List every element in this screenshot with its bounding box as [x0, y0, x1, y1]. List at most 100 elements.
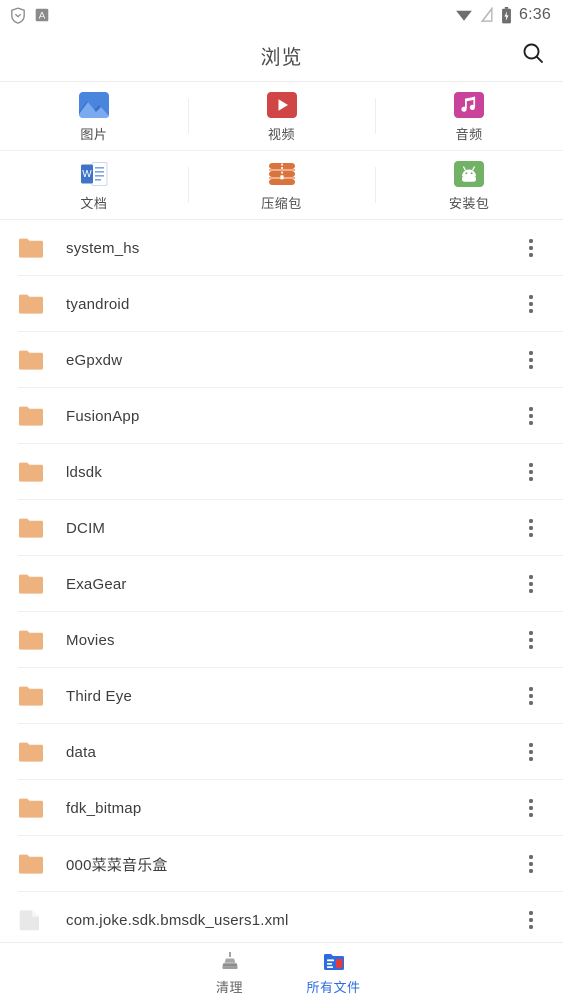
status-bar: A 6:36 — [0, 0, 563, 30]
folder-icon — [18, 572, 44, 596]
file-row[interactable]: ldsdk — [0, 444, 563, 500]
file-row[interactable]: com.joke.sdk.bmsdk_users1.xml — [0, 892, 563, 942]
row-overflow-menu-button[interactable] — [513, 562, 549, 606]
dot — [529, 295, 533, 299]
page-title: 浏览 — [260, 47, 303, 69]
dot — [529, 407, 533, 411]
file-row[interactable]: DCIM — [0, 500, 563, 556]
dot — [529, 253, 533, 257]
signal-off-icon — [480, 7, 494, 23]
dot — [529, 813, 533, 817]
nav-item-clean[interactable]: 清理 — [191, 949, 269, 1000]
file-row[interactable]: eGpxdw — [0, 332, 563, 388]
row-overflow-menu-button[interactable] — [513, 674, 549, 718]
image-icon — [76, 90, 112, 120]
file-name: ExaGear — [66, 575, 127, 593]
file-list[interactable]: system_hs tyandroid eGpxdw FusionApp ldsdk DC… — [0, 220, 563, 942]
file-row[interactable]: fdk_bitmap — [0, 780, 563, 836]
dot — [529, 309, 533, 313]
dot — [529, 743, 533, 747]
file-row[interactable]: Third Eye — [0, 668, 563, 724]
dot — [529, 414, 533, 418]
category-apk[interactable]: 安装包 — [375, 151, 563, 219]
file-row[interactable]: data — [0, 724, 563, 780]
row-overflow-menu-button[interactable] — [513, 842, 549, 886]
category-label: 压缩包 — [261, 195, 302, 211]
shield-icon — [10, 6, 26, 24]
file-name: Movies — [66, 631, 115, 649]
dot — [529, 750, 533, 754]
file-name: FusionApp — [66, 407, 140, 425]
file-name: ldsdk — [66, 463, 103, 481]
category-pictures[interactable]: 图片 — [0, 82, 188, 150]
dot — [529, 631, 533, 635]
row-overflow-menu-button[interactable] — [513, 898, 549, 942]
dot — [529, 421, 533, 425]
file-row[interactable]: tyandroid — [0, 276, 563, 332]
dot — [529, 239, 533, 243]
dot — [529, 911, 533, 915]
clean-icon — [218, 949, 242, 975]
apk-icon — [451, 159, 487, 189]
row-overflow-menu-button[interactable] — [513, 282, 549, 326]
file-name: 000菜菜音乐盒 — [66, 856, 168, 874]
video-icon — [264, 90, 300, 120]
dot — [529, 701, 533, 705]
dot — [529, 862, 533, 866]
nav-item-all-files[interactable]: 所有文件 — [295, 949, 373, 1000]
dot — [529, 582, 533, 586]
category-videos[interactable]: 视频 — [187, 82, 376, 150]
folder-icon — [18, 236, 44, 260]
file-icon — [18, 908, 44, 932]
nav-label: 清理 — [215, 980, 243, 995]
folder-icon — [18, 740, 44, 764]
file-row[interactable]: system_hs — [0, 220, 563, 276]
row-overflow-menu-button[interactable] — [513, 338, 549, 382]
dot — [529, 575, 533, 579]
category-label: 图片 — [80, 126, 108, 142]
file-name: data — [66, 743, 96, 761]
row-overflow-menu-button[interactable] — [513, 226, 549, 270]
dot — [529, 694, 533, 698]
dot — [529, 757, 533, 761]
nav-label: 所有文件 — [306, 980, 361, 995]
category-row-2: W 文档 压缩包 安装包 — [0, 151, 563, 220]
category-documents[interactable]: W 文档 — [0, 151, 188, 219]
dot — [529, 365, 533, 369]
row-overflow-menu-button[interactable] — [513, 506, 549, 550]
a-badge-icon: A — [35, 8, 49, 22]
dot — [529, 806, 533, 810]
row-overflow-menu-button[interactable] — [513, 450, 549, 494]
folder-icon — [18, 348, 44, 372]
status-bar-right: 6:36 — [455, 6, 551, 24]
bottom-navigation: 清理 所有文件 — [0, 942, 563, 1000]
dot — [529, 302, 533, 306]
search-icon — [521, 41, 545, 70]
file-name: eGpxdw — [66, 351, 123, 369]
file-row[interactable]: 000菜菜音乐盒 — [0, 836, 563, 892]
folder-icon — [18, 684, 44, 708]
row-overflow-menu-button[interactable] — [513, 394, 549, 438]
folder-icon — [18, 796, 44, 820]
status-bar-clock: 6:36 — [519, 6, 551, 23]
category-archives[interactable]: 压缩包 — [187, 151, 376, 219]
row-overflow-menu-button[interactable] — [513, 786, 549, 830]
document-icon: W — [76, 159, 112, 189]
folder-icon — [18, 460, 44, 484]
dot — [529, 246, 533, 250]
dot — [529, 533, 533, 537]
dot — [529, 799, 533, 803]
dot — [529, 463, 533, 467]
row-overflow-menu-button[interactable] — [513, 730, 549, 774]
file-row[interactable]: ExaGear — [0, 556, 563, 612]
category-audio[interactable]: 音频 — [375, 82, 563, 150]
file-manager-screen: A 6:36 浏览 图片 视频 音频 W 文档 压缩包 安装包 system_h… — [0, 0, 563, 1000]
folder-icon — [18, 292, 44, 316]
row-overflow-menu-button[interactable] — [513, 618, 549, 662]
file-row[interactable]: FusionApp — [0, 388, 563, 444]
folder-icon — [18, 404, 44, 428]
file-row[interactable]: Movies — [0, 612, 563, 668]
dot — [529, 358, 533, 362]
svg-text:W: W — [82, 169, 92, 180]
search-button[interactable] — [513, 36, 553, 76]
